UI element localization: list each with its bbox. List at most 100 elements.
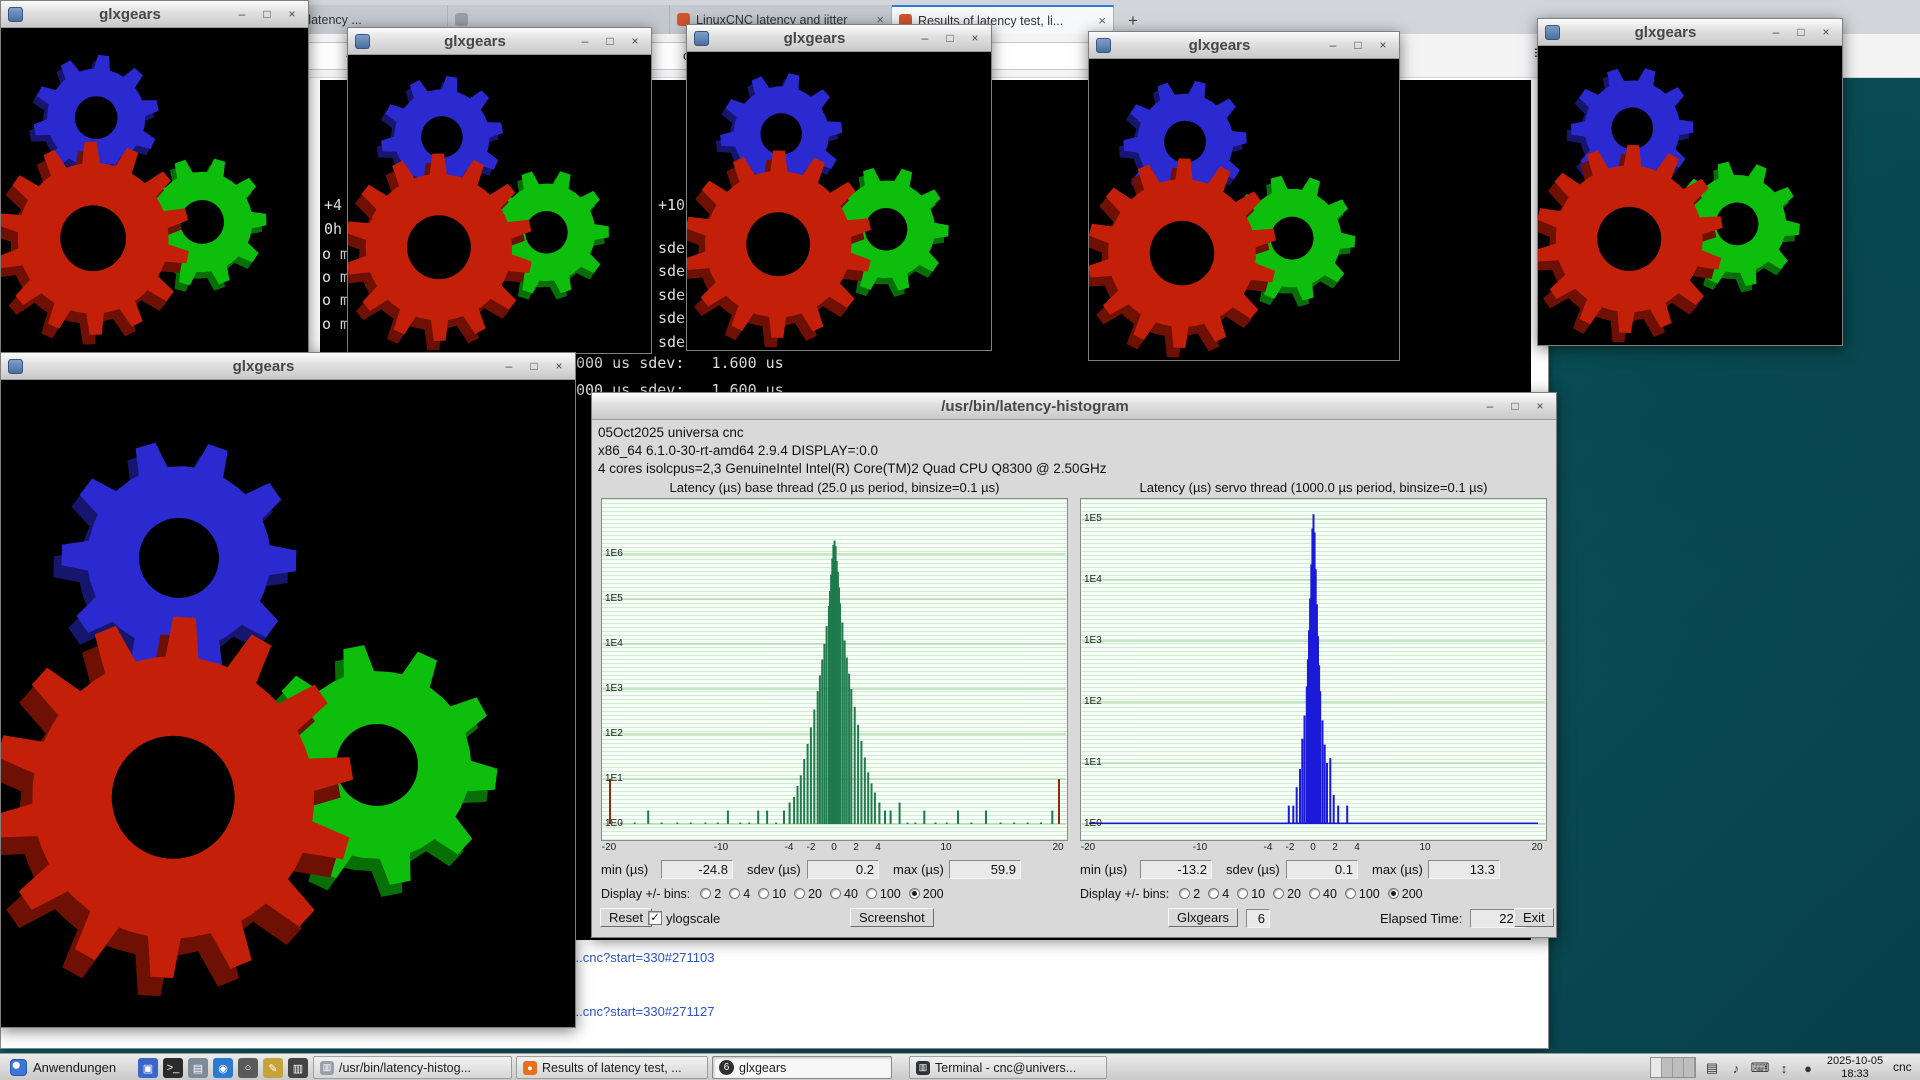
bins-radio-10[interactable]: 10	[1237, 887, 1265, 901]
bins-radio-4[interactable]: 4	[1208, 887, 1229, 901]
task-terminal[interactable]: ▥ Terminal - cnc@univers...	[909, 1056, 1107, 1079]
window-titlebar[interactable]: glxgears –□×	[348, 28, 651, 55]
minimize-icon[interactable]: –	[1768, 24, 1784, 40]
glxgears-button[interactable]: Glxgears	[1168, 908, 1238, 927]
maximize-icon[interactable]: □	[526, 358, 542, 374]
bins-radio-100[interactable]: 100	[1345, 887, 1380, 901]
terminal-text: o m	[322, 291, 349, 309]
maximize-icon[interactable]: □	[602, 33, 618, 49]
window-titlebar[interactable]: /usr/bin/latency-histogram –□×	[592, 393, 1556, 420]
minimize-icon[interactable]: –	[1482, 398, 1498, 414]
task-icon: ●	[523, 1061, 537, 1075]
launcher-editor[interactable]: ✎	[263, 1058, 283, 1078]
close-icon[interactable]: ×	[1532, 398, 1548, 414]
app-icon	[355, 34, 370, 49]
close-icon[interactable]: ×	[627, 33, 643, 49]
printer-tray-icon[interactable]: ▤	[1702, 1058, 1722, 1078]
minimize-icon[interactable]: –	[917, 30, 933, 46]
launcher-web-browser[interactable]: ◉	[213, 1058, 233, 1078]
bins-radio-40[interactable]: 40	[1309, 887, 1337, 901]
glxgears-window-6[interactable]: glxgears –□×	[0, 352, 576, 1028]
close-icon[interactable]: ×	[551, 358, 567, 374]
bins-radio-2[interactable]: 2	[1179, 887, 1200, 901]
info-line-cpu: 4 cores isolcpus=2,3 GenuineIntel Intel(…	[598, 460, 1550, 478]
tab-close-icon[interactable]: ×	[1098, 13, 1106, 28]
task-glxgears-group[interactable]: 6 glxgears	[712, 1056, 892, 1079]
clock-time: 18:33	[1822, 1068, 1888, 1080]
base-thread-xaxis: -20-10-4-20241020	[601, 841, 1068, 856]
bins-radio-40[interactable]: 40	[830, 887, 858, 901]
terminal-text: sde	[658, 262, 685, 280]
reset-button[interactable]: Reset	[600, 908, 652, 927]
window-titlebar[interactable]: glxgears –□×	[1089, 32, 1399, 59]
maximize-icon[interactable]: □	[1507, 398, 1523, 414]
ylogscale-checkbox[interactable]: ✓	[648, 911, 662, 925]
maximize-icon[interactable]: □	[1350, 37, 1366, 53]
clock[interactable]: 2025-10-05 18:33	[1822, 1055, 1888, 1080]
taskbar: Anwendungen ▣ >_ ▤ ◉ ○ ✎ ▥ ▥ /usr/bin/la…	[0, 1053, 1920, 1080]
sdev-value: 0.2	[807, 860, 879, 879]
task-icon: ▥	[916, 1061, 930, 1075]
bins-radio-10[interactable]: 10	[758, 887, 786, 901]
maximize-icon[interactable]: □	[1793, 24, 1809, 40]
terminal-text: o m	[322, 315, 349, 333]
keyboard-tray-icon[interactable]: ⌨	[1750, 1058, 1770, 1078]
bins-radio-4[interactable]: 4	[729, 887, 750, 901]
glxgears-canvas	[1538, 46, 1842, 345]
close-icon[interactable]: ×	[1818, 24, 1834, 40]
window-titlebar[interactable]: glxgears –□×	[1, 353, 575, 380]
glxgears-window-1[interactable]: glxgears –□×	[0, 0, 309, 355]
servo-thread-title: Latency (µs) servo thread (1000.0 µs per…	[1078, 480, 1549, 498]
glxgears-count-field[interactable]: 6	[1246, 909, 1270, 928]
bins-radio-200[interactable]: 200	[909, 887, 944, 901]
app-icon	[1096, 38, 1111, 53]
bins-radio-2[interactable]: 2	[700, 887, 721, 901]
bins-radio-20[interactable]: 20	[1273, 887, 1301, 901]
bins-radio-20[interactable]: 20	[794, 887, 822, 901]
task-results-latency-test[interactable]: ● Results of latency test, ...	[516, 1056, 708, 1079]
glxgears-window-4[interactable]: glxgears –□×	[1088, 31, 1400, 361]
minimize-icon[interactable]: –	[577, 33, 593, 49]
max-label: max (µs)	[893, 862, 949, 877]
network-tray-icon[interactable]: ↕	[1774, 1058, 1794, 1078]
minimize-icon[interactable]: –	[1325, 37, 1341, 53]
exit-button[interactable]: Exit	[1514, 908, 1554, 927]
base-bins-row: Display +/- bins: 2 4 10 20 40 100 200	[601, 882, 1068, 905]
glxgears-window-2[interactable]: glxgears –□×	[347, 27, 652, 354]
window-titlebar[interactable]: glxgears –□×	[1, 1, 308, 28]
app-icon	[8, 7, 23, 22]
applications-menu-button[interactable]: Anwendungen	[2, 1056, 124, 1079]
maximize-icon[interactable]: □	[259, 6, 275, 22]
maximize-icon[interactable]: □	[942, 30, 958, 46]
launcher-terminal-2[interactable]: ▥	[288, 1058, 308, 1078]
close-icon[interactable]: ×	[967, 30, 983, 46]
app-icon	[694, 31, 709, 46]
launcher-file-manager[interactable]: ▤	[188, 1058, 208, 1078]
close-icon[interactable]: ×	[1375, 37, 1391, 53]
bins-radio-200[interactable]: 200	[1388, 887, 1423, 901]
workspace-pager[interactable]	[1650, 1057, 1696, 1078]
task-latency-histogram[interactable]: ▥ /usr/bin/latency-histog...	[313, 1056, 512, 1079]
user-label: cnc	[1893, 1060, 1912, 1074]
glxgears-window-5[interactable]: glxgears –□×	[1537, 18, 1843, 346]
launcher-display[interactable]: ▣	[138, 1058, 158, 1078]
terminal-text: o m	[322, 245, 349, 263]
launcher-terminal[interactable]: >_	[163, 1058, 183, 1078]
min-value: -13.2	[1140, 860, 1212, 879]
bins-label: Display +/- bins:	[1080, 887, 1169, 901]
app-icon	[8, 359, 23, 374]
screenshot-button[interactable]: Screenshot	[850, 908, 934, 927]
window-titlebar[interactable]: glxgears –□×	[687, 25, 991, 52]
volume-tray-icon[interactable]: ♪	[1726, 1058, 1746, 1078]
bins-radio-100[interactable]: 100	[866, 887, 901, 901]
glxgears-window-3[interactable]: glxgears –□×	[686, 24, 992, 351]
terminal-text: 0h	[324, 220, 342, 238]
latency-histogram-window[interactable]: /usr/bin/latency-histogram –□× 05Oct2025…	[591, 392, 1557, 938]
minimize-icon[interactable]: –	[234, 6, 250, 22]
minimize-icon[interactable]: –	[501, 358, 517, 374]
notifications-tray-icon[interactable]: ●	[1798, 1058, 1818, 1078]
terminal-text: sde	[658, 309, 685, 327]
close-icon[interactable]: ×	[284, 6, 300, 22]
launcher-search[interactable]: ○	[238, 1058, 258, 1078]
window-titlebar[interactable]: glxgears –□×	[1538, 19, 1842, 46]
